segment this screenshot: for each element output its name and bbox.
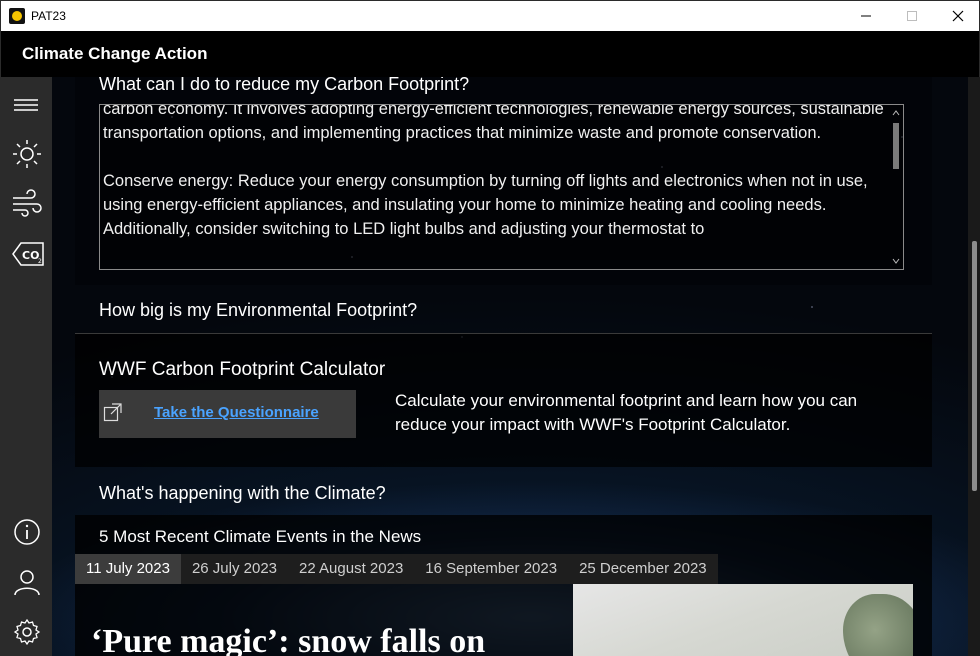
maximize-icon: [907, 11, 917, 21]
textbox-scroll-thumb[interactable]: [893, 123, 899, 169]
carbon-paragraph-1: carbon economy. It involves adopting ene…: [103, 104, 884, 142]
nav-co2-button[interactable]: CO 2: [1, 229, 53, 275]
wwf-calculator-card: WWF Carbon Footprint Calculator Take the…: [75, 333, 932, 467]
tab-16-september-2023[interactable]: 16 September 2023: [414, 554, 568, 584]
news-card-title: 5 Most Recent Climate Events in the News: [99, 527, 422, 546]
carbon-footprint-textbox[interactable]: carbon economy. It involves adopting ene…: [99, 104, 904, 270]
main-content[interactable]: What can I do to reduce my Carbon Footpr…: [52, 77, 980, 656]
maximize-button[interactable]: [889, 1, 935, 31]
wwf-card-title: WWF Carbon Footprint Calculator: [99, 359, 386, 380]
co2-icon: CO 2: [12, 242, 44, 266]
nav-user-button[interactable]: [1, 557, 53, 603]
left-nav: CO 2: [0, 77, 52, 656]
menu-button[interactable]: [1, 81, 53, 127]
main-scrollbar[interactable]: [968, 77, 980, 656]
external-link-icon: [103, 403, 122, 422]
tab-11-july-2023[interactable]: 11 July 2023: [75, 554, 181, 584]
snowy-tree-image: [843, 594, 913, 656]
info-icon: [14, 519, 40, 545]
close-button[interactable]: [935, 1, 980, 31]
questionnaire-link-button[interactable]: Take the Questionnaire: [99, 390, 356, 438]
minimize-button[interactable]: [843, 1, 889, 31]
tab-25-december-2023[interactable]: 25 December 2023: [568, 554, 718, 584]
close-icon: [952, 10, 964, 22]
climate-news-heading: What's happening with the Climate?: [99, 483, 386, 503]
wwf-card-description: Calculate your environmental footprint a…: [395, 391, 858, 434]
svg-text:2: 2: [38, 258, 42, 265]
scroll-up-icon[interactable]: [892, 109, 900, 117]
window-title-bar: PAT23: [0, 0, 980, 31]
climate-news-card: 5 Most Recent Climate Events in the News…: [75, 515, 932, 656]
svg-text:CO: CO: [22, 249, 39, 262]
wind-icon: [13, 189, 42, 217]
environmental-footprint-heading: How big is my Environmental Footprint?: [99, 300, 418, 320]
nav-info-button[interactable]: [1, 507, 53, 553]
menu-icon: [14, 99, 38, 111]
nav-settings-button[interactable]: [1, 607, 53, 653]
scroll-down-icon[interactable]: [892, 257, 900, 265]
textbox-scrollbar[interactable]: [891, 107, 901, 267]
sun-icon: [13, 140, 41, 168]
carbon-footprint-heading: What can I do to reduce my Carbon Footpr…: [99, 77, 470, 94]
carbon-paragraph-2: Conserve energy: Reduce your energy cons…: [103, 172, 868, 238]
user-icon: [14, 570, 40, 596]
window-title: PAT23: [31, 9, 66, 23]
sun-app-icon: [9, 8, 25, 24]
main-scroll-thumb[interactable]: [972, 241, 977, 491]
app-title: Climate Change Action: [22, 44, 208, 63]
nav-wind-button[interactable]: [1, 179, 53, 225]
questionnaire-link[interactable]: Take the Questionnaire: [154, 404, 319, 421]
app-header: Climate Change Action: [0, 31, 980, 77]
tab-22-august-2023[interactable]: 22 August 2023: [288, 554, 414, 584]
tab-26-july-2023[interactable]: 26 July 2023: [181, 554, 288, 584]
minimize-icon: [861, 15, 871, 17]
news-headline: ‘Pure magic’: snow falls on: [91, 623, 486, 656]
nav-sun-button[interactable]: [1, 129, 53, 175]
carbon-footprint-text: carbon economy. It involves adopting ene…: [103, 104, 890, 265]
settings-icon: [13, 618, 41, 646]
news-date-tabs: 11 July 2023 26 July 2023 22 August 2023…: [75, 554, 718, 584]
news-image: [573, 584, 913, 656]
